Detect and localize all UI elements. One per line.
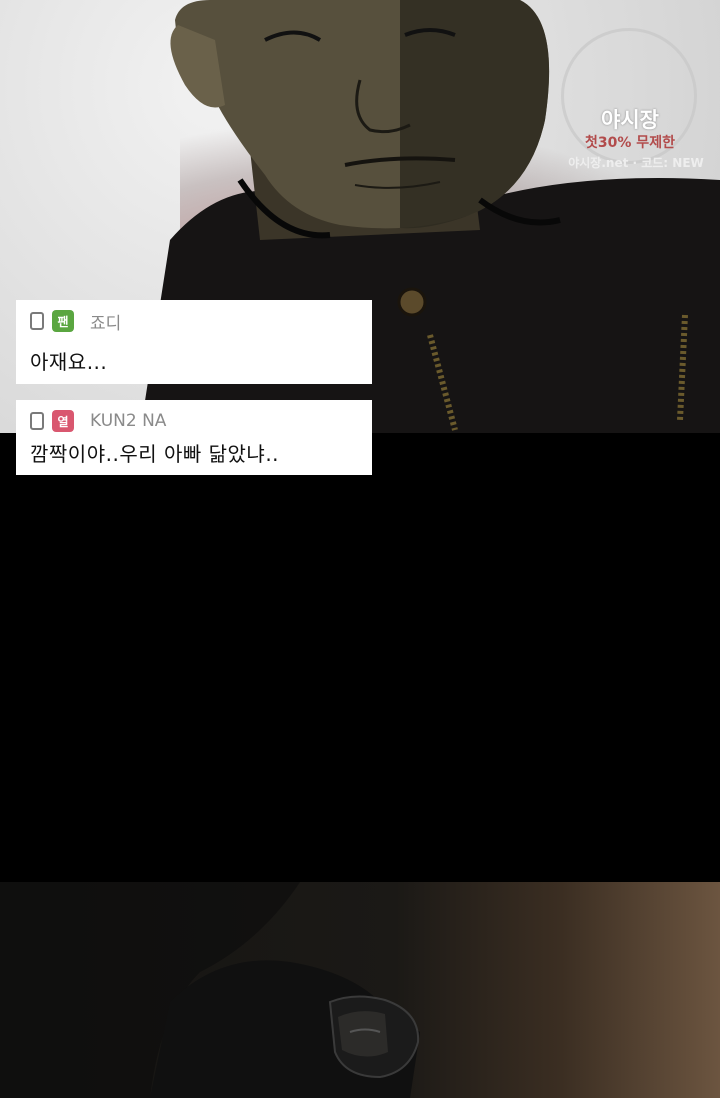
comment-card[interactable]: 팬 죠디 아재요... <box>16 300 372 384</box>
badge-passion: 열 <box>52 410 74 432</box>
phone-icon <box>30 412 44 430</box>
figure-illustration <box>0 882 420 1098</box>
comment-username[interactable]: KUN2 NA <box>90 411 166 431</box>
watermark-promo: 첫30% 무제한 <box>585 135 675 151</box>
comment-text: 깜짝이야..우리 아빠 닮았냐.. <box>30 442 280 466</box>
badge-fan: 팬 <box>52 310 74 332</box>
watermark-code: 야시장.net · 코드: NEW <box>568 156 704 170</box>
comment-text: 아재요... <box>30 350 108 374</box>
comment-card[interactable]: 열 KUN2 NA 깜짝이야..우리 아빠 닮았냐.. <box>16 400 372 475</box>
comment-header: 열 KUN2 NA <box>30 408 362 434</box>
phone-icon <box>30 312 44 330</box>
watermark-title: 야시장 <box>601 108 659 132</box>
comment-username[interactable]: 죠디 <box>90 309 121 334</box>
comment-header: 팬 죠디 <box>30 308 362 334</box>
comic-panel-bottom <box>0 882 720 1098</box>
watermark: 야시장 첫30% 무제한 야시장.net · 코드: NEW <box>555 24 705 174</box>
